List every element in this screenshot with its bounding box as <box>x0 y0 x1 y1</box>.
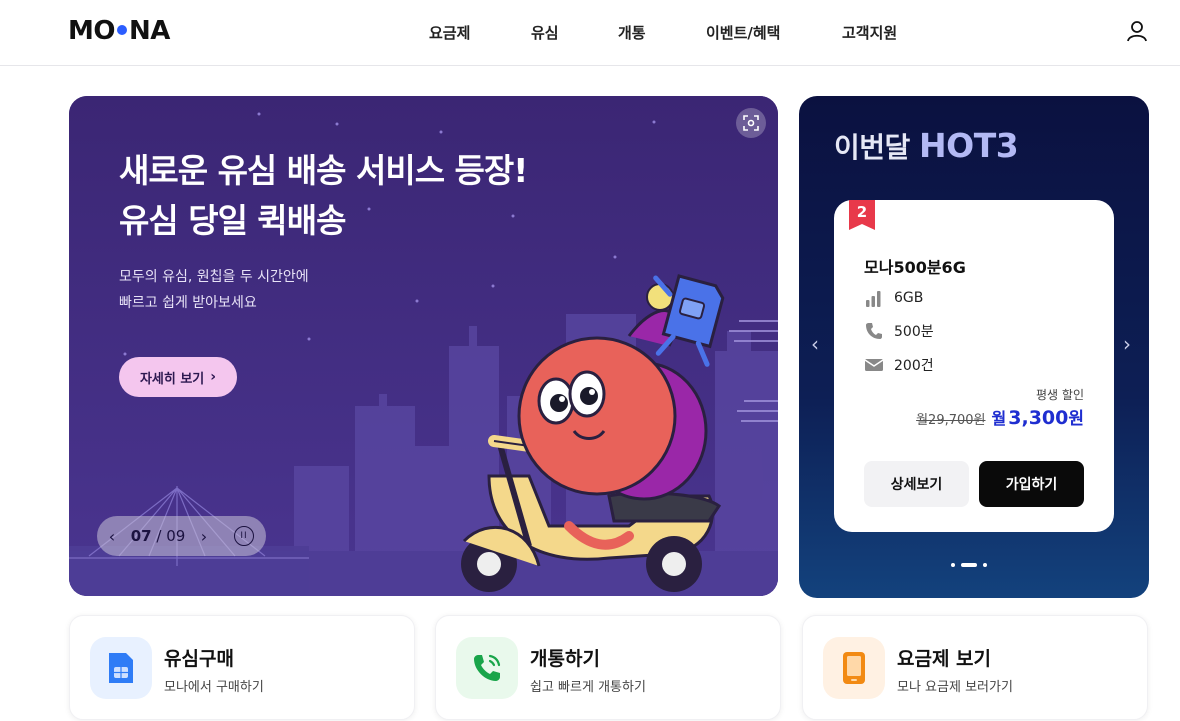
focus-icon <box>743 115 759 131</box>
quick-title: 개통하기 <box>530 648 600 670</box>
hero-detail-button[interactable]: 자세히 보기 › <box>119 357 237 397</box>
chevron-right-icon: › <box>200 526 208 546</box>
slide-current: 07 <box>130 527 152 545</box>
quick-card-activation[interactable]: 개통하기 쉽고 빠르게 개통하기 <box>435 615 781 720</box>
original-price: 월29,700원 <box>916 413 986 428</box>
discounted-price: 월 3,300원 <box>992 404 1084 429</box>
nav-usim[interactable]: 유심 <box>531 22 559 43</box>
pause-button[interactable]: II <box>234 526 254 546</box>
quick-subtitle: 쉽고 빠르게 개통하기 <box>530 680 646 695</box>
hero-sub-line1: 모두의 유심, 원칩을 두 시간안에 <box>119 269 309 285</box>
nav-support[interactable]: 고객지원 <box>842 22 897 43</box>
slide-separator: / <box>156 527 162 545</box>
quick-subtitle: 모나에서 구매하기 <box>164 680 264 695</box>
plan-data: 6GB <box>894 290 924 306</box>
chevron-left-icon: ‹ <box>108 526 116 546</box>
plan-sms: 200건 <box>894 358 934 374</box>
mobile-phone-icon <box>823 637 885 699</box>
hot3-panel: 이번달 HOT3 ‹ › 2 모나500분6G 6GB 500분 200건 평생… <box>799 96 1149 598</box>
next-slide-button[interactable]: › <box>189 516 219 556</box>
site-header: MO NA 요금제 유심 개통 이벤트/혜택 고객지원 <box>0 0 1180 66</box>
hero-title: 새로운 유심 배송 서비스 등장! 유심 당일 퀵배송 <box>119 146 528 246</box>
price-prefix: 월 <box>991 409 1007 428</box>
plan-data-row: 6GB <box>864 288 923 308</box>
signal-bars-icon <box>864 288 884 308</box>
hot3-title-highlight: HOT3 <box>919 126 1019 165</box>
chevron-right-icon: › <box>1123 332 1131 356</box>
plan-card[interactable]: 2 모나500분6G 6GB 500분 200건 평생 할인 월29,700원 … <box>834 200 1114 532</box>
hero-detail-label: 자세히 보기 <box>139 371 205 387</box>
envelope-icon <box>864 355 884 375</box>
hero-subtitle: 모두의 유심, 원칩을 두 시간안에 빠르고 쉽게 받아보세요 <box>119 264 309 316</box>
quick-card-plans[interactable]: 요금제 보기 모나 요금제 보러가기 <box>802 615 1148 720</box>
nav-activation[interactable]: 개통 <box>618 22 646 43</box>
price-row: 월29,700원 월 3,300원 <box>916 404 1084 429</box>
slide-counter: 07 / 09 <box>127 527 189 545</box>
plan-detail-button[interactable]: 상세보기 <box>864 461 969 507</box>
quick-title: 유심구매 <box>164 648 234 670</box>
slide-total: 09 <box>166 527 186 545</box>
phone-call-icon <box>456 637 518 699</box>
quick-title: 요금제 보기 <box>897 648 992 670</box>
hot3-title-prefix: 이번달 <box>834 131 910 164</box>
hero-banner[interactable]: 새로운 유심 배송 서비스 등장! 유심 당일 퀵배송 모두의 유심, 원칩을 … <box>69 96 778 596</box>
rank-badge: 2 <box>849 200 875 230</box>
plan-sms-row: 200건 <box>864 355 934 375</box>
plan-join-button[interactable]: 가입하기 <box>979 461 1084 507</box>
slide-dot-2-active[interactable] <box>961 563 977 567</box>
quick-card-usim[interactable]: 유심구매 모나에서 구매하기 <box>69 615 415 720</box>
pause-icon: II <box>240 531 248 541</box>
phone-icon <box>864 321 884 341</box>
hero-sub-line2: 빠르고 쉽게 받아보세요 <box>119 295 257 311</box>
hot3-title: 이번달 HOT3 <box>834 126 1019 166</box>
hero-zoom-button[interactable] <box>736 108 766 138</box>
slide-dot-3[interactable] <box>983 563 987 567</box>
discount-label: 평생 할인 <box>1036 388 1084 402</box>
sim-card-icon <box>90 637 152 699</box>
hot3-prev-button[interactable]: ‹ <box>811 332 819 356</box>
nav-plans[interactable]: 요금제 <box>429 22 470 43</box>
hot3-dots <box>951 563 987 567</box>
quick-subtitle: 모나 요금제 보러가기 <box>897 680 1013 695</box>
main-nav: 요금제 유심 개통 이벤트/혜택 고객지원 <box>0 22 1180 42</box>
user-icon[interactable] <box>1124 18 1150 44</box>
hero-title-line1: 새로운 유심 배송 서비스 등장! <box>119 151 528 190</box>
plan-name: 모나500분6G <box>864 258 966 277</box>
price-unit: 원 <box>1068 409 1084 429</box>
plan-voice: 500분 <box>894 324 934 340</box>
price-amount: 3,300 <box>1008 407 1069 429</box>
plan-voice-row: 500분 <box>864 321 934 341</box>
nav-events[interactable]: 이벤트/혜택 <box>706 22 780 43</box>
hero-pager: ‹ 07 / 09 › II <box>97 516 266 556</box>
chevron-left-icon: ‹ <box>811 332 819 356</box>
hot3-next-button[interactable]: › <box>1123 332 1131 356</box>
hero-title-line2: 유심 당일 퀵배송 <box>119 201 347 240</box>
chevron-right-icon: › <box>210 369 217 385</box>
prev-slide-button[interactable]: ‹ <box>97 516 127 556</box>
slide-dot-1[interactable] <box>951 563 955 567</box>
